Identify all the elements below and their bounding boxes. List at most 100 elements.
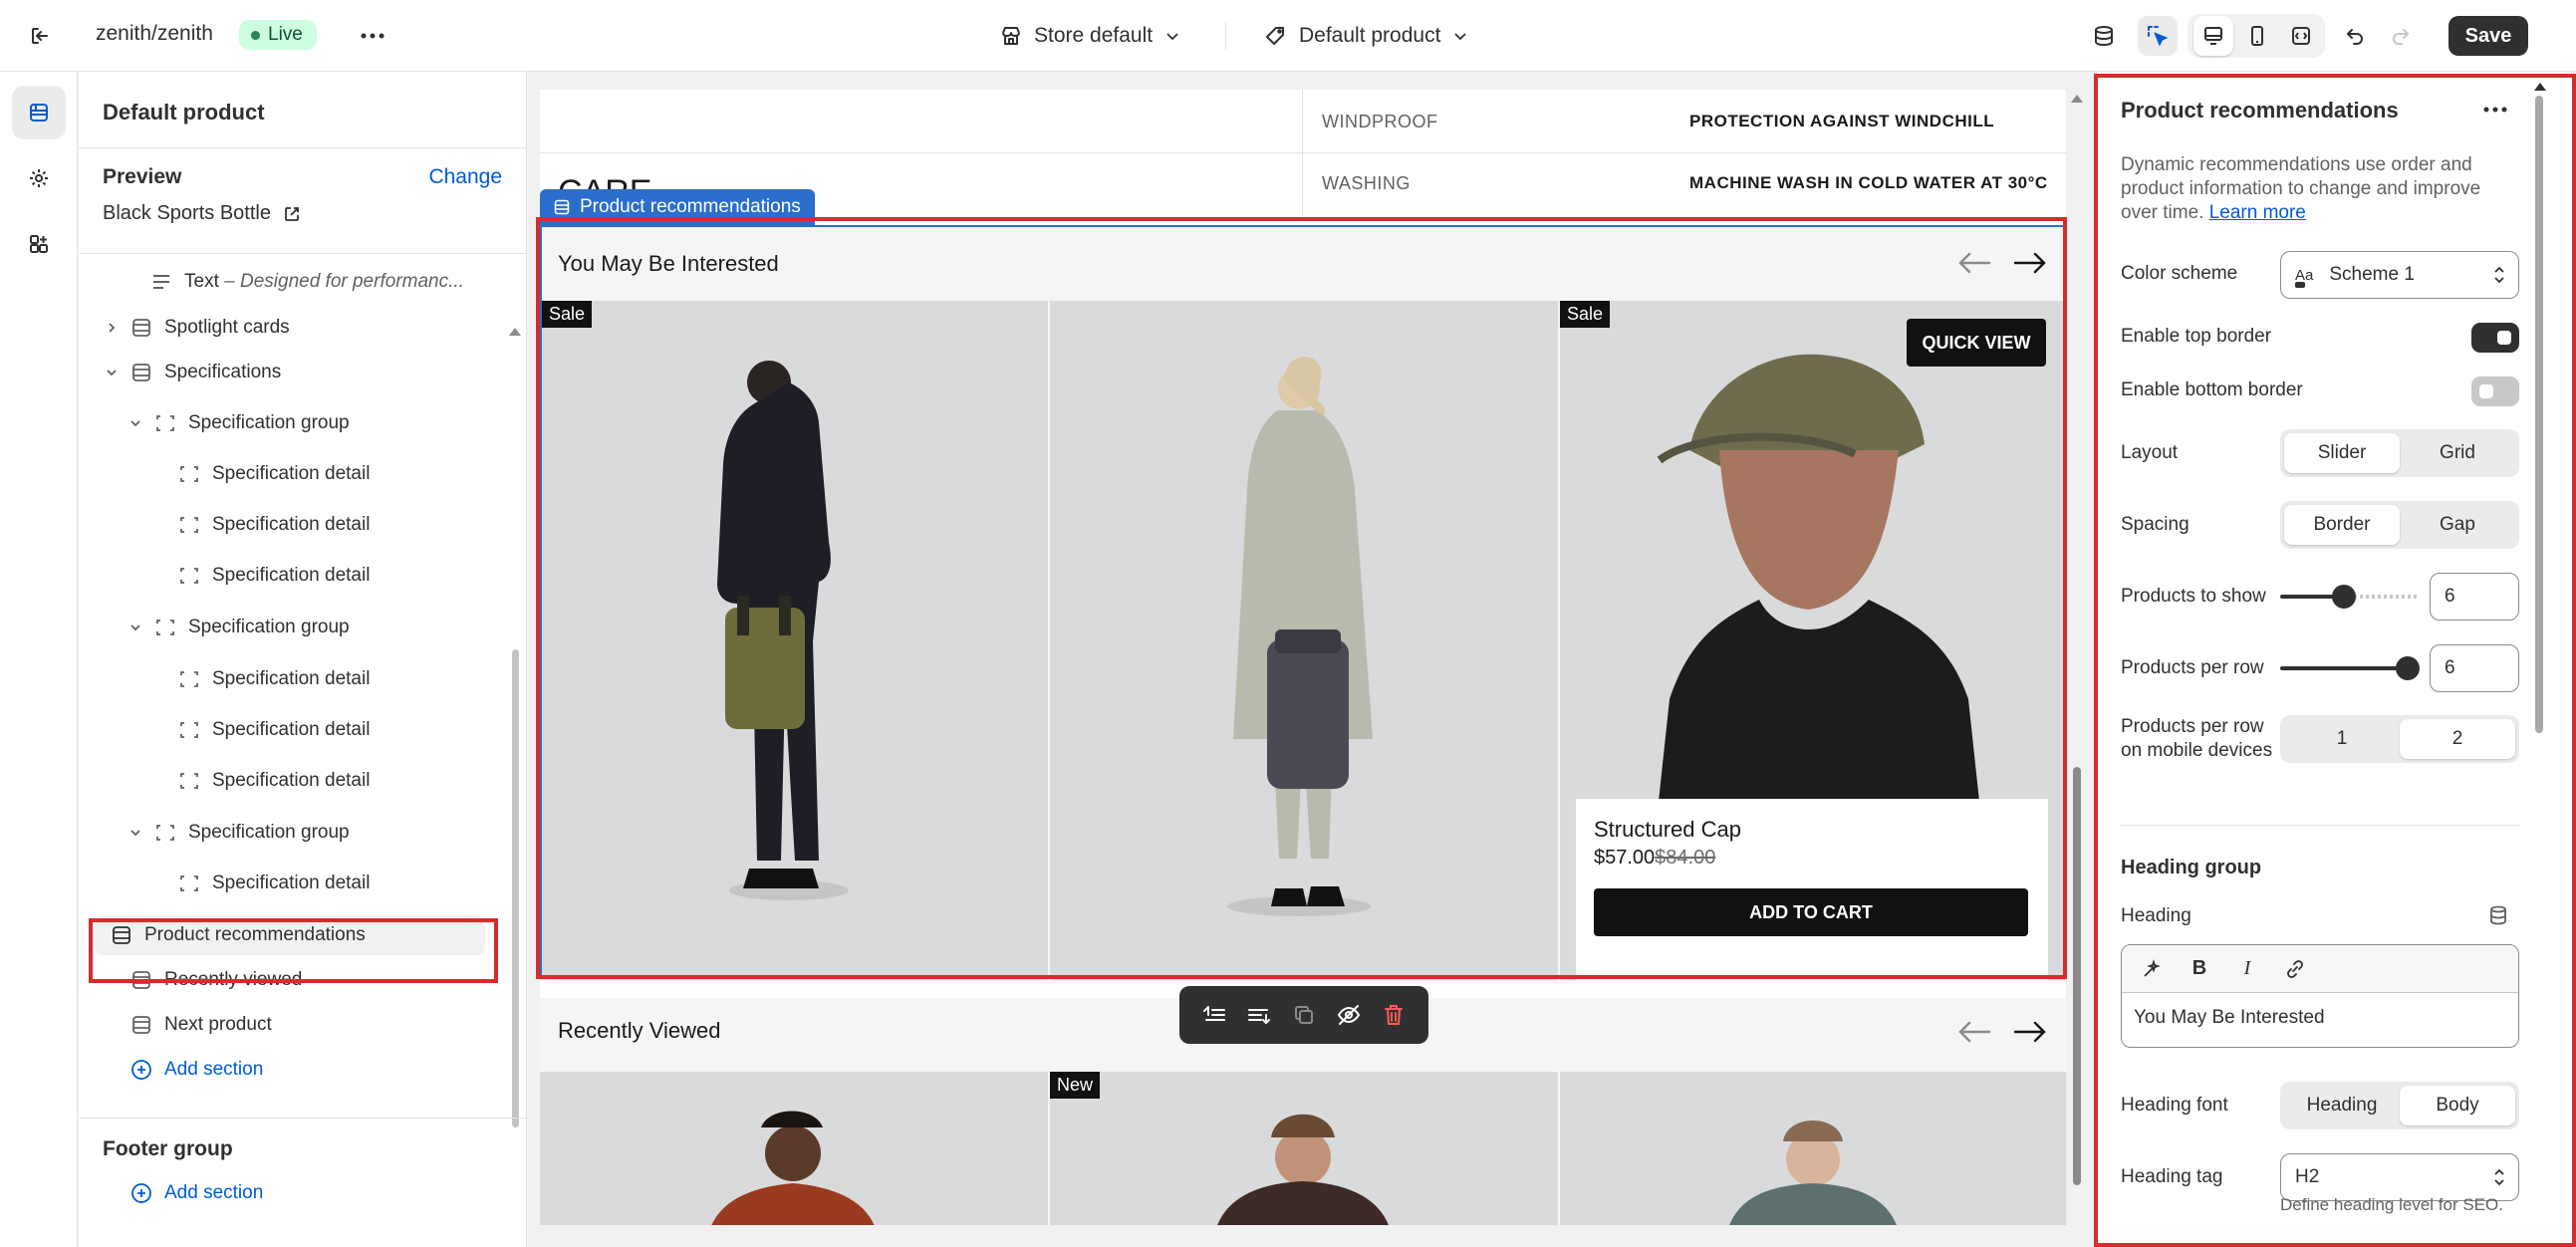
template-selector[interactable]: Default product <box>1265 18 1468 54</box>
heading-font-option-body[interactable]: Body <box>2400 1086 2515 1125</box>
sections-icon[interactable] <box>12 86 66 139</box>
database-icon[interactable] <box>2084 16 2124 56</box>
undo-icon[interactable] <box>2335 16 2375 56</box>
selected-section-label: Product recommendations <box>580 196 801 217</box>
live-badge: Live <box>239 20 317 50</box>
more-actions-icon[interactable] <box>2475 92 2515 127</box>
tree-item-specification-detail[interactable]: Specification detail <box>178 505 370 545</box>
product-card[interactable] <box>1560 1072 2066 1225</box>
tree-item-specification-detail[interactable]: Specification detail <box>178 710 370 750</box>
mobile-view-icon[interactable] <box>2237 16 2277 56</box>
tree-item-text-block[interactable]: Text – Designed for performanc... <box>150 262 464 302</box>
heading-input[interactable]: You May Be Interested <box>2122 993 2518 1043</box>
move-up-icon[interactable] <box>1195 996 1233 1034</box>
spacing-option-border[interactable]: Border <box>2284 505 2400 545</box>
tree-item-spotlight-cards[interactable]: Spotlight cards <box>103 308 290 348</box>
chevron-down-icon[interactable] <box>103 364 121 381</box>
change-preview-link[interactable]: Change <box>428 165 502 189</box>
products-per-row-input[interactable]: 6 <box>2430 644 2519 692</box>
spacing-option-gap[interactable]: Gap <box>2400 505 2515 545</box>
tree-item-specification-group[interactable]: Specification group <box>127 608 350 647</box>
dynamic-source-database-icon[interactable] <box>2487 904 2509 931</box>
heading-font-option-heading[interactable]: Heading <box>2284 1086 2400 1125</box>
tree-item-specification-detail[interactable]: Specification detail <box>178 454 370 494</box>
product-card[interactable]: New <box>1050 1072 1558 1225</box>
section-icon <box>130 362 152 383</box>
section-settings-panel: Product recommendations Dynamic recommen… <box>2096 72 2576 1247</box>
preview-product-name: Black Sports Bottle <box>103 202 271 224</box>
tree-item-specification-group[interactable]: Specification group <box>127 813 350 853</box>
heading-tag-select[interactable]: H2 <box>2280 1153 2519 1201</box>
arrow-right-icon[interactable] <box>2010 1012 2050 1052</box>
scroll-up-arrow-icon[interactable] <box>2070 94 2084 104</box>
preview-label: Preview <box>103 165 182 188</box>
products-per-row-slider[interactable] <box>2280 644 2420 692</box>
add-to-cart-button[interactable]: ADD TO CART <box>1594 888 2028 936</box>
exit-icon[interactable] <box>24 20 56 52</box>
save-button[interactable]: Save <box>2448 16 2528 56</box>
more-actions-icon[interactable] <box>355 20 390 52</box>
product-card[interactable] <box>540 1072 1048 1225</box>
app-embeds-icon[interactable] <box>12 217 66 271</box>
add-section-button[interactable]: Add section <box>130 1050 263 1090</box>
bold-icon[interactable]: B <box>2180 951 2219 987</box>
inspector-select-icon[interactable] <box>2138 16 2178 56</box>
tree-item-next-product[interactable]: Next product <box>130 1005 272 1045</box>
quick-view-button[interactable]: QUICK VIEW <box>1907 319 2046 367</box>
layout-option-grid[interactable]: Grid <box>2400 433 2515 473</box>
chevron-down-icon[interactable] <box>127 824 144 842</box>
chevron-down-icon[interactable] <box>127 619 144 636</box>
theme-settings-gear-icon[interactable] <box>12 151 66 205</box>
mobile-option-1[interactable]: 1 <box>2284 719 2400 759</box>
settings-scroll-thumb[interactable] <box>2535 96 2543 733</box>
product-sale-price: $57.00 <box>1594 847 1656 869</box>
italic-icon[interactable]: I <box>2227 951 2267 987</box>
canvas-scroll-thumb[interactable] <box>2073 767 2081 1185</box>
external-link-icon <box>285 206 299 221</box>
spec-value: MACHINE WASH IN COLD WATER AT 30°C <box>1689 173 2048 192</box>
scroll-up-arrow-icon[interactable] <box>2533 82 2547 92</box>
desktop-view-icon[interactable] <box>2193 16 2233 56</box>
ai-sparkle-icon[interactable] <box>2132 951 2172 987</box>
arrow-left-icon[interactable] <box>1954 1012 1994 1052</box>
product-recommendations-section[interactable]: You May Be Interested Sale Sale QUICK VI… <box>540 227 2066 980</box>
products-to-show-slider[interactable] <box>2280 573 2420 621</box>
hide-eye-icon[interactable] <box>1330 996 1368 1034</box>
sidebar-scroll-thumb[interactable] <box>512 649 519 1127</box>
arrow-left-icon[interactable] <box>1954 243 1994 283</box>
theme-selector[interactable]: Store default <box>1000 18 1180 54</box>
chevron-right-icon[interactable] <box>103 319 121 337</box>
mobile-option-2[interactable]: 2 <box>2400 719 2515 759</box>
enable-bottom-border-toggle[interactable] <box>2471 376 2519 406</box>
layout-label: Layout <box>2121 442 2179 463</box>
delete-trash-icon[interactable] <box>1375 996 1413 1034</box>
tree-item-specification-detail[interactable]: Specification detail <box>178 864 370 903</box>
divider <box>79 147 527 148</box>
product-name[interactable]: Structured Cap <box>1594 817 1741 843</box>
redo-icon[interactable] <box>2381 16 2421 56</box>
color-scheme-select[interactable]: Aa Scheme 1 <box>2280 251 2519 299</box>
product-card[interactable] <box>1050 301 1558 980</box>
duplicate-icon[interactable] <box>1285 996 1323 1034</box>
selected-section-tag[interactable]: Product recommendations <box>540 189 815 225</box>
layout-option-slider[interactable]: Slider <box>2284 433 2400 473</box>
link-icon[interactable] <box>2275 951 2315 987</box>
move-down-icon[interactable] <box>1240 996 1278 1034</box>
theme-selector-label: Store default <box>1034 24 1154 47</box>
preview-product[interactable]: Black Sports Bottle <box>103 202 301 225</box>
chevron-down-icon[interactable] <box>127 414 144 432</box>
tree-item-specification-detail[interactable]: Specification detail <box>178 556 370 596</box>
live-label: Live <box>268 24 303 45</box>
learn-more-link[interactable]: Learn more <box>2209 202 2306 223</box>
product-image-raincoat-backpack <box>1227 357 1373 916</box>
enable-top-border-toggle[interactable] <box>2471 323 2519 353</box>
fullscreen-view-icon[interactable] <box>2281 16 2321 56</box>
tree-item-specification-detail[interactable]: Specification detail <box>178 659 370 699</box>
arrow-right-icon[interactable] <box>2010 243 2050 283</box>
tree-item-specifications[interactable]: Specifications <box>103 353 281 392</box>
footer-add-section-button[interactable]: Add section <box>130 1173 263 1213</box>
products-to-show-input[interactable]: 6 <box>2430 573 2519 621</box>
product-card[interactable]: Sale <box>540 301 1048 980</box>
tree-item-specification-detail[interactable]: Specification detail <box>178 761 370 801</box>
tree-item-specification-group[interactable]: Specification group <box>127 403 350 443</box>
